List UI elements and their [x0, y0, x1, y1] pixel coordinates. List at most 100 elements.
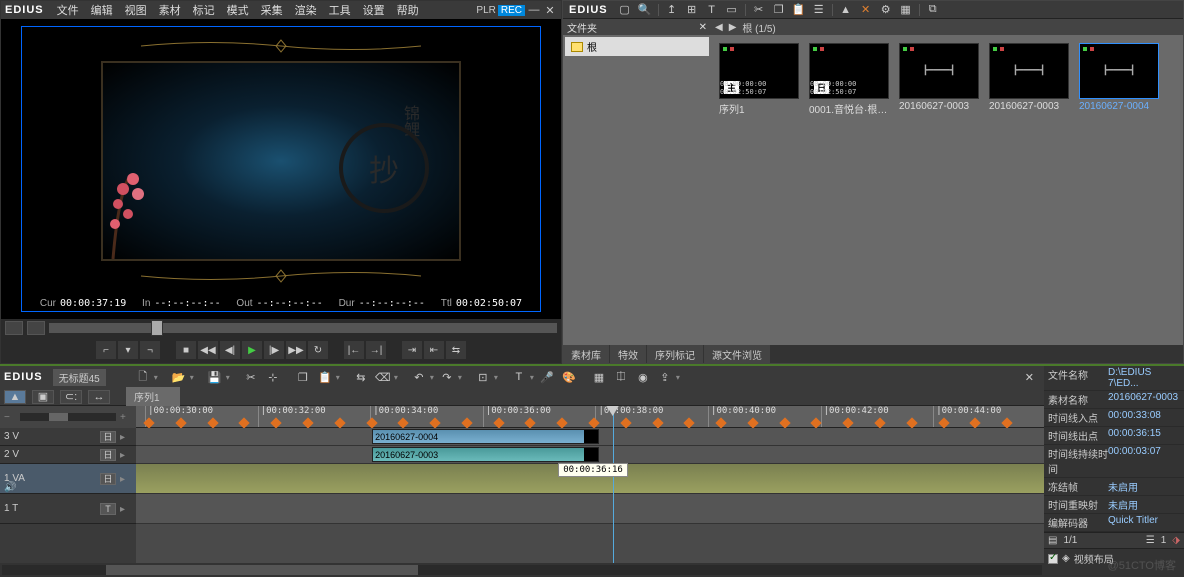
- expand-icon[interactable]: ▸: [120, 504, 132, 514]
- eye-icon[interactable]: ◈: [1062, 553, 1070, 564]
- scrub-mode-b[interactable]: [27, 321, 45, 335]
- menu-edit[interactable]: 编辑: [86, 2, 118, 18]
- up-icon[interactable]: ↥: [665, 3, 679, 17]
- checkbox-icon[interactable]: [1048, 554, 1058, 564]
- copy-icon[interactable]: ❐: [294, 369, 312, 385]
- scrub-handle[interactable]: [151, 320, 163, 336]
- sequence-tab[interactable]: 序列1: [126, 387, 180, 406]
- bin-clip[interactable]: ┣━━━━┫20160627-0004: [1079, 43, 1159, 116]
- menu-capture[interactable]: 采集: [256, 2, 288, 18]
- zoom-slider[interactable]: [20, 413, 116, 421]
- track-va1[interactable]: 00:00:36:16: [136, 464, 1044, 494]
- bin-clip[interactable]: 主00:00:00:00 00:02:50:07序列1: [719, 43, 799, 116]
- scrub-mode-a[interactable]: [5, 321, 23, 335]
- timeline-close-icon[interactable]: ✕: [1019, 371, 1040, 384]
- mode-normal[interactable]: ▲: [4, 390, 26, 404]
- new-seq-icon[interactable]: ⊞: [685, 3, 699, 17]
- zoom-in-icon[interactable]: +: [120, 412, 132, 422]
- undo-icon[interactable]: ↶: [410, 369, 428, 385]
- tracks-area[interactable]: |00:00:30:00|00:00:32:00|00:00:34:00|00:…: [136, 406, 1044, 563]
- menu-clip[interactable]: 素材: [154, 2, 186, 18]
- scrub-track[interactable]: [49, 323, 557, 333]
- match-icon[interactable]: ▦: [590, 369, 608, 385]
- track-head-va1[interactable]: 1 VA日▸🔊: [0, 464, 136, 494]
- delete-icon[interactable]: ✕: [859, 3, 873, 17]
- menu-render[interactable]: 渲染: [290, 2, 322, 18]
- title-icon[interactable]: T: [510, 369, 528, 385]
- search-icon[interactable]: 🔍: [638, 3, 652, 17]
- paste-icon[interactable]: 📋: [316, 369, 334, 385]
- stop-button[interactable]: ■: [176, 341, 196, 359]
- speaker-icon[interactable]: 🔊: [4, 482, 16, 492]
- prop-page-icon[interactable]: ▤: [1048, 535, 1057, 546]
- track-v3[interactable]: 20160627-0004: [136, 428, 1044, 446]
- tab-library[interactable]: 素材库: [563, 345, 609, 364]
- clip-v2[interactable]: 20160627-0003: [372, 447, 599, 462]
- bin-clip[interactable]: ┣━━━━┫20160627-0003: [899, 43, 979, 116]
- nav-back-icon[interactable]: ◀: [715, 22, 723, 33]
- close-button[interactable]: ✕: [543, 4, 557, 17]
- next-frame-button[interactable]: |▶: [264, 341, 284, 359]
- color-icon[interactable]: 🎨: [560, 369, 578, 385]
- fforward-button[interactable]: ▶▶: [286, 341, 306, 359]
- cut-icon[interactable]: ✂: [752, 3, 766, 17]
- set-in-button[interactable]: ⌐: [96, 341, 116, 359]
- expand-icon[interactable]: ▸: [120, 450, 132, 460]
- replace-button[interactable]: ⇆: [446, 341, 466, 359]
- cut-icon[interactable]: ✂: [242, 369, 260, 385]
- prop-list-icon[interactable]: ☰: [1146, 535, 1155, 546]
- mode-trim[interactable]: ▣: [32, 390, 54, 404]
- folder-close-icon[interactable]: ✕: [699, 22, 707, 33]
- loop-button[interactable]: ↻: [308, 341, 328, 359]
- mode-multicam[interactable]: ⊂:: [60, 390, 82, 404]
- track-t1[interactable]: [136, 494, 1044, 524]
- new-seq-icon[interactable]: 🗋: [134, 369, 152, 385]
- menu-view[interactable]: 视图: [120, 2, 152, 18]
- track-head-v3[interactable]: 3 V日▸: [0, 428, 136, 446]
- nav-fwd-icon[interactable]: ▶: [729, 22, 737, 33]
- track-v2[interactable]: 20160627-0003: [136, 446, 1044, 464]
- tab-markers[interactable]: 序列标记: [647, 345, 703, 364]
- jump-out-button[interactable]: →|: [366, 341, 386, 359]
- playhead[interactable]: [613, 406, 614, 563]
- paste-icon[interactable]: 📋: [792, 3, 806, 17]
- bin-clip[interactable]: ┣━━━━┫20160627-0003: [989, 43, 1069, 116]
- set-cue-button[interactable]: ▾: [118, 341, 138, 359]
- save-icon[interactable]: 💾: [206, 369, 224, 385]
- redo-icon[interactable]: ↷: [438, 369, 456, 385]
- tools-icon[interactable]: ⚙: [879, 3, 893, 17]
- copy-icon[interactable]: ❐: [772, 3, 786, 17]
- track-head-v2[interactable]: 2 V日▸: [0, 446, 136, 464]
- tab-browse[interactable]: 源文件浏览: [704, 345, 770, 364]
- clip-v3[interactable]: 20160627-0004: [372, 429, 599, 444]
- track-head-t1[interactable]: 1 TT▸: [0, 494, 136, 524]
- prop-fx-icon[interactable]: ⬗: [1172, 535, 1180, 546]
- menu-marker[interactable]: 标记: [188, 2, 220, 18]
- mixer-icon[interactable]: ⎅: [612, 369, 630, 385]
- add-cut-icon[interactable]: ⊹: [264, 369, 282, 385]
- rewind-button[interactable]: ◀◀: [198, 341, 218, 359]
- ripple-icon[interactable]: ⇆: [352, 369, 370, 385]
- detach-icon[interactable]: ⧉: [926, 3, 940, 17]
- render-icon[interactable]: ◉: [634, 369, 652, 385]
- h-scrollbar[interactable]: [0, 563, 1044, 577]
- folder-icon[interactable]: ▢: [618, 3, 632, 17]
- minimize-button[interactable]: —: [527, 4, 541, 16]
- expand-icon[interactable]: ▸: [120, 432, 132, 442]
- play-button[interactable]: ▶: [242, 341, 262, 359]
- insert-button[interactable]: ⇥: [402, 341, 422, 359]
- zoom-out-icon[interactable]: −: [4, 412, 16, 422]
- set-out-button[interactable]: ¬: [140, 341, 160, 359]
- tab-effects[interactable]: 特效: [610, 345, 646, 364]
- new-title-icon[interactable]: T: [705, 3, 719, 17]
- delete-icon[interactable]: ⌫: [374, 369, 392, 385]
- props-icon[interactable]: ☰: [812, 3, 826, 17]
- voiceover-icon[interactable]: 🎤: [538, 369, 556, 385]
- menu-tools[interactable]: 工具: [324, 2, 356, 18]
- export-icon[interactable]: ⇪: [656, 369, 674, 385]
- expand-icon[interactable]: ▸: [120, 474, 132, 484]
- menu-settings[interactable]: 设置: [358, 2, 390, 18]
- folder-root[interactable]: 根: [565, 37, 709, 56]
- group-icon[interactable]: ⊡: [474, 369, 492, 385]
- time-ruler[interactable]: |00:00:30:00|00:00:32:00|00:00:34:00|00:…: [136, 406, 1044, 428]
